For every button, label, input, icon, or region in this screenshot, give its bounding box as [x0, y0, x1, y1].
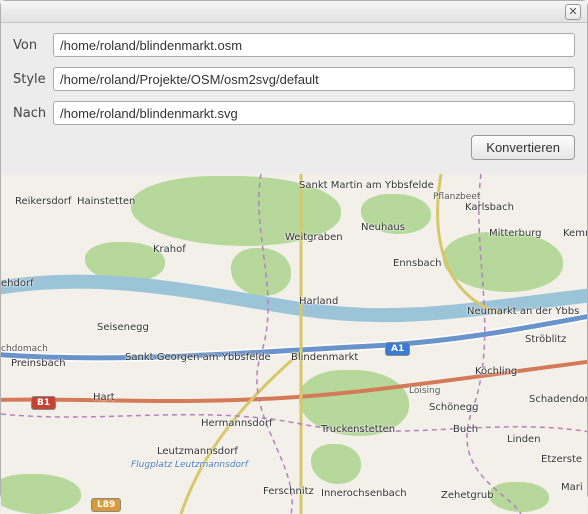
place-label: ehdorf	[1, 278, 34, 289]
place-label: Schönegg	[429, 402, 479, 413]
place-label: Hart	[93, 392, 115, 403]
place-label: Kemm	[563, 228, 587, 239]
place-label: Pflanzbeet	[433, 192, 480, 202]
place-label: Truckenstetten	[321, 424, 395, 435]
style-label: Style	[13, 72, 53, 87]
place-label: Mari	[561, 482, 583, 493]
conversion-form: Von Style Nach Konvertieren	[1, 23, 587, 174]
map-lines	[1, 174, 587, 514]
place-label: Leutzmannsdorf	[157, 446, 238, 457]
von-input[interactable]	[53, 33, 575, 57]
place-label: Preinsbach	[11, 358, 66, 369]
place-label: Ennsbach	[393, 258, 442, 269]
button-row: Konvertieren	[13, 135, 575, 168]
row-nach: Nach	[13, 101, 575, 125]
row-von: Von	[13, 33, 575, 57]
place-label: Reikersdorf	[15, 196, 71, 207]
place-label: Neuhaus	[361, 222, 405, 233]
place-label: Köchling	[475, 366, 517, 377]
von-label: Von	[13, 38, 53, 53]
place-label: Ströblitz	[525, 334, 566, 345]
nach-input[interactable]	[53, 101, 575, 125]
place-label: Buch	[453, 424, 478, 435]
place-label: chdomach	[1, 344, 48, 354]
airport-label: Flugplatz Leutzmannsdorf	[131, 460, 248, 470]
place-label: Ferschnitz	[263, 486, 314, 497]
close-icon: ✕	[568, 5, 577, 18]
titlebar: ✕	[1, 1, 587, 23]
place-label: Neumarkt an der Ybbs	[467, 306, 579, 317]
place-label: Sankt Georgen am Ybbsfelde	[125, 352, 271, 363]
convert-button[interactable]: Konvertieren	[471, 135, 575, 160]
boundary-3	[467, 174, 521, 514]
place-label: Innerochsenbach	[321, 488, 407, 499]
route-shield: A1	[385, 342, 410, 356]
row-style: Style	[13, 67, 575, 91]
route-shield: B1	[31, 396, 56, 410]
place-label: Mitterburg	[489, 228, 541, 239]
place-label: Etzerste	[541, 454, 582, 465]
map-view[interactable]: Reikersdorf Hainstetten Sankt Martin am Yb…	[1, 174, 587, 514]
place-label: Seisenegg	[97, 322, 149, 333]
place-label: Karlsbach	[465, 202, 514, 213]
place-label: Hainstetten	[77, 196, 135, 207]
place-label: Weitgraben	[285, 232, 343, 243]
nach-label: Nach	[13, 106, 53, 121]
route-shield: L89	[91, 498, 121, 512]
place-label: Sankt Martin am Ybbsfelde	[299, 180, 434, 191]
close-button[interactable]: ✕	[565, 4, 581, 20]
place-label: Hermannsdorf	[201, 418, 272, 429]
boundary-2	[1, 414, 587, 434]
place-label: Krahof	[153, 244, 186, 255]
place-label: Harland	[299, 296, 338, 307]
style-input[interactable]	[53, 67, 575, 91]
place-label: Schadendorf	[529, 394, 587, 405]
place-label: Blindenmarkt	[291, 352, 358, 363]
place-label: Zehetgrub	[441, 490, 494, 501]
place-label: Loising	[409, 386, 440, 396]
boundary-1	[257, 174, 292, 514]
place-label: Linden	[507, 434, 541, 445]
